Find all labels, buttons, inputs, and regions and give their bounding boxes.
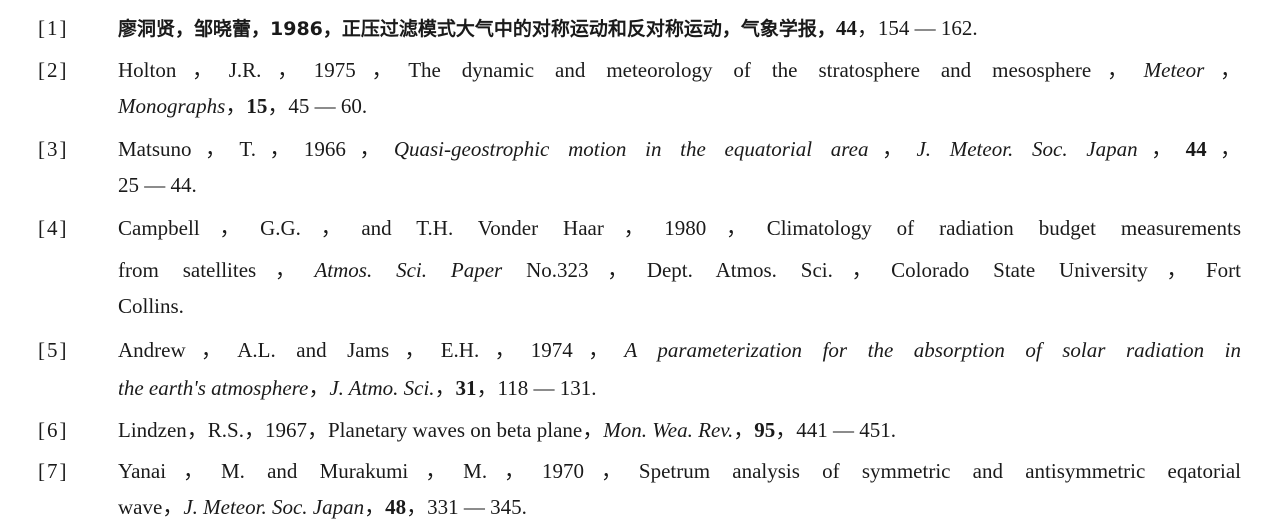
reference-text: Andrew，A.L. and Jams，E.H.，1974， bbox=[118, 338, 625, 362]
reference-text: J. Meteor. Soc. Japan bbox=[183, 495, 365, 519]
reference-text: 廖洞贤，邹晓蕾，1986，正压过滤模式大气中的对称运动和反对称运动，气象学报， bbox=[118, 18, 836, 40]
reference-line: the earth's atmosphere，J. Atmo. Sci.，31，… bbox=[118, 374, 597, 402]
reference-text: ，441 — 451. bbox=[775, 418, 897, 442]
reference-line: 廖洞贤，邹晓蕾，1986，正压过滤模式大气中的对称运动和反对称运动，气象学报，4… bbox=[118, 14, 978, 43]
reference-line: Andrew，A.L. and Jams，E.H.，1974，A paramet… bbox=[118, 336, 1241, 364]
reference-text: Meteor bbox=[1143, 58, 1205, 82]
reference-text: ， bbox=[733, 418, 755, 442]
reference-text: ，154 — 162. bbox=[856, 16, 978, 40]
reference-text: No.323，Dept. Atmos. Sci.，Colorado State … bbox=[502, 258, 1241, 282]
reference-text: Lindzen，R.S.，1967，Planetary waves on bet… bbox=[118, 418, 604, 442]
reference-text: J. Meteor. Soc. Japan bbox=[916, 137, 1138, 161]
reference-text: Collins. bbox=[118, 294, 184, 318]
reference-text: 48 bbox=[385, 495, 407, 519]
reference-text: Yanai，M. and Murakumi，M.，1970，Spetrum an… bbox=[118, 459, 1241, 483]
reference-text: from satellites， bbox=[118, 258, 315, 282]
reference-text: 44 bbox=[1185, 137, 1207, 161]
reference-text: ， bbox=[1204, 58, 1242, 82]
reference-text: Quasi-geostrophic motion in the equatori… bbox=[393, 137, 869, 161]
reference-number: [7] bbox=[38, 459, 69, 483]
reference-text: 15 bbox=[246, 94, 268, 118]
reference-number: [4] bbox=[38, 216, 69, 240]
reference-text: Holton，J.R.，1975，The dynamic and meteoro… bbox=[118, 58, 1144, 82]
reference-text: 44 bbox=[835, 16, 857, 40]
reference-text: 25 — 44. bbox=[118, 173, 197, 197]
reference-text: ， bbox=[434, 376, 456, 400]
reference-text: ，45 — 60. bbox=[267, 94, 368, 118]
reference-line: Collins. bbox=[118, 292, 184, 320]
reference-number: [1] bbox=[38, 16, 69, 40]
reference-line: Matsuno，T.，1966，Quasi-geostrophic motion… bbox=[118, 135, 1241, 163]
reference-line: Campbell，G.G.，and T.H. Vonder Haar，1980，… bbox=[118, 214, 1241, 242]
reference-text: ， bbox=[1137, 137, 1186, 161]
reference-text: ，118 — 131. bbox=[476, 376, 597, 400]
reference-line: wave，J. Meteor. Soc. Japan，48，331 — 345. bbox=[118, 493, 527, 521]
reference-line: Holton，J.R.，1975，The dynamic and meteoro… bbox=[118, 56, 1241, 84]
reference-text: the earth's atmosphere bbox=[118, 376, 309, 400]
reference-number: [2] bbox=[38, 58, 69, 82]
reference-text: ， bbox=[364, 495, 386, 519]
reference-text: Mon. Wea. Rev. bbox=[603, 418, 734, 442]
reference-text: wave， bbox=[118, 495, 184, 519]
reference-line: Yanai，M. and Murakumi，M.，1970，Spetrum an… bbox=[118, 457, 1241, 485]
reference-text: 31 bbox=[455, 376, 477, 400]
reference-list: [1] 廖洞贤，邹晓蕾，1986，正压过滤模式大气中的对称运动和反对称运动，气象学… bbox=[0, 0, 1263, 524]
reference-text: A parameterization for the absorption of… bbox=[624, 338, 1242, 362]
reference-line: 25 — 44. bbox=[118, 171, 197, 199]
reference-text: Matsuno，T.，1966， bbox=[118, 137, 394, 161]
reference-text: ， bbox=[225, 94, 247, 118]
reference-text: ， bbox=[868, 137, 917, 161]
reference-text: J. Atmo. Sci. bbox=[329, 376, 435, 400]
reference-text: Monographs bbox=[118, 94, 226, 118]
reference-text: ，331 — 345. bbox=[406, 495, 527, 519]
reference-text: Atmos. Sci. Paper bbox=[314, 258, 503, 282]
reference-number: [6] bbox=[38, 418, 69, 442]
reference-number: [3] bbox=[38, 137, 69, 161]
reference-line: Lindzen，R.S.，1967，Planetary waves on bet… bbox=[118, 416, 896, 444]
reference-text: Campbell，G.G.，and T.H. Vonder Haar，1980，… bbox=[118, 216, 1241, 240]
reference-line: Monographs，15，45 — 60. bbox=[118, 92, 367, 120]
reference-line: from satellites，Atmos. Sci. Paper No.323… bbox=[118, 256, 1241, 284]
reference-text: ， bbox=[308, 376, 330, 400]
reference-number: [5] bbox=[38, 338, 69, 362]
reference-text: 95 bbox=[754, 418, 776, 442]
reference-text: ， bbox=[1206, 137, 1242, 161]
